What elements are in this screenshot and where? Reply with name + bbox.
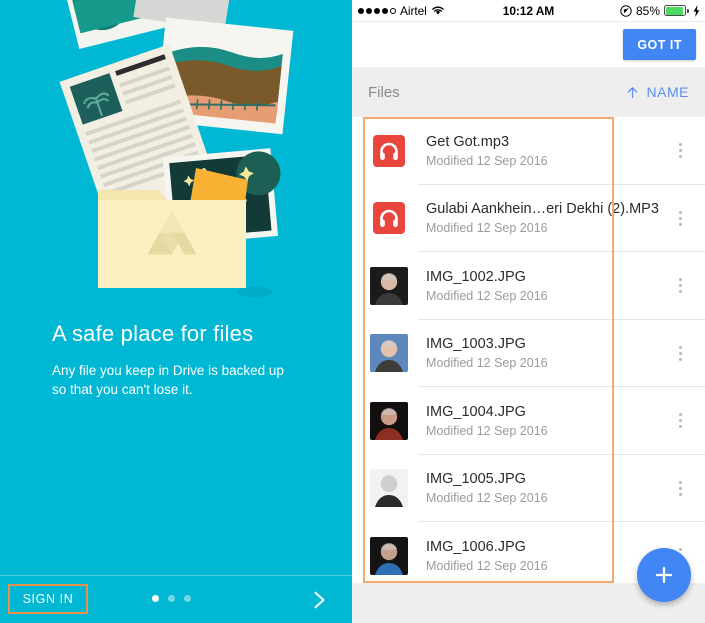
file-row[interactable]: Gulabi Aankhein…eri Dekhi (2).MP3 Modifie… — [352, 184, 705, 252]
lightning-bolt-icon — [693, 4, 700, 17]
files-header: Files NAME — [352, 67, 705, 117]
audio-file-icon — [370, 132, 408, 170]
file-name: IMG_1004.JPG — [426, 403, 526, 420]
file-text-block: IMG_1006.JPG Modified 12 Sep 2016 — [426, 539, 661, 573]
drive-onboarding-panel: A safe place for files Any file you keep… — [0, 0, 352, 623]
page-dot-3[interactable] — [184, 595, 191, 602]
file-name: IMG_1002.JPG — [426, 268, 526, 285]
photo-thumbnail — [370, 334, 408, 373]
file-row[interactable]: Get Got.mp3 Modified 12 Sep 2016 — [352, 117, 705, 185]
photo-thumbnail — [370, 536, 408, 575]
more-vertical-icon[interactable] — [661, 143, 699, 159]
battery-icon — [664, 5, 689, 16]
screenshot-root: A safe place for files Any file you keep… — [0, 0, 705, 623]
sign-in-button[interactable]: SIGN IN — [8, 584, 88, 614]
file-modified-date: Modified 12 Sep 2016 — [426, 491, 548, 506]
files-header-title: Files — [368, 83, 400, 101]
onboarding-subtitle: Any file you keep in Drive is backed up … — [52, 363, 284, 397]
audio-file-icon — [370, 199, 408, 237]
file-text-block: Get Got.mp3 Modified 12 Sep 2016 — [426, 134, 661, 168]
more-vertical-icon[interactable] — [661, 278, 699, 294]
photo-thumbnail — [370, 401, 408, 440]
battery-percent-label: 85% — [635, 3, 660, 18]
arrow-up-icon — [627, 86, 637, 98]
plus-icon — [655, 566, 673, 584]
page-dot-1[interactable] — [152, 595, 159, 602]
file-row[interactable]: IMG_1003.JPG Modified 12 Sep 2016 — [352, 319, 705, 387]
folder-with-files-illustration — [59, 0, 294, 297]
file-name: IMG_1003.JPG — [426, 336, 526, 353]
status-bar: Airtel 10:12 AM 85% — [352, 0, 705, 22]
file-name: Gulabi Aankhein…eri Dekhi (2).MP3 — [426, 201, 659, 218]
file-text-block: IMG_1002.JPG Modified 12 Sep 2016 — [426, 269, 661, 303]
file-name: IMG_1006.JPG — [426, 538, 526, 555]
file-text-block: IMG_1005.JPG Modified 12 Sep 2016 — [426, 471, 661, 505]
file-modified-date: Modified 12 Sep 2016 — [426, 221, 548, 236]
more-vertical-icon[interactable] — [661, 413, 699, 429]
file-modified-date: Modified 12 Sep 2016 — [426, 288, 548, 303]
onboarding-bottom-bar: SIGN IN — [0, 575, 352, 623]
tooltip-action-bar: GOT IT — [352, 22, 705, 67]
file-modified-date: Modified 12 Sep 2016 — [426, 558, 548, 573]
got-it-button[interactable]: GOT IT — [623, 29, 696, 60]
more-vertical-icon[interactable] — [661, 480, 699, 496]
page-indicator-dots — [152, 595, 191, 602]
location-services-icon — [620, 4, 632, 17]
photo-thumbnail — [370, 469, 408, 508]
more-vertical-icon[interactable] — [661, 345, 699, 361]
chevron-right-icon[interactable] — [308, 589, 330, 611]
file-name: Get Got.mp3 — [426, 133, 510, 150]
file-modified-date: Modified 12 Sep 2016 — [426, 153, 548, 168]
sort-by-name-control[interactable]: NAME — [625, 84, 689, 100]
file-text-block: Gulabi Aankhein…eri Dekhi (2).MP3 Modifie… — [426, 201, 661, 235]
file-row[interactable]: IMG_1002.JPG Modified 12 Sep 2016 — [352, 252, 705, 320]
file-text-block: IMG_1003.JPG Modified 12 Sep 2016 — [426, 336, 661, 370]
file-modified-date: Modified 12 Sep 2016 — [426, 423, 548, 438]
onboarding-copy: A safe place for files Any file you keep… — [0, 321, 352, 399]
page-dot-2[interactable] — [168, 595, 175, 602]
file-text-block: IMG_1004.JPG Modified 12 Sep 2016 — [426, 404, 661, 438]
page-title: A safe place for files — [52, 321, 254, 346]
file-list: Get Got.mp3 Modified 12 Sep 2016 Gulabi Aa… — [352, 117, 705, 590]
file-name: IMG_1005.JPG — [426, 471, 526, 488]
more-vertical-icon[interactable] — [661, 210, 699, 226]
drive-app-panel: Airtel 10:12 AM 85% GOT IT Files NAME Ge… — [352, 0, 705, 623]
status-bar-right: 85% — [620, 4, 700, 18]
photo-thumbnail — [370, 266, 408, 305]
file-row[interactable]: IMG_1005.JPG Modified 12 Sep 2016 — [352, 454, 705, 522]
add-new-file-fab[interactable] — [637, 548, 691, 602]
sort-label: NAME — [646, 84, 689, 100]
file-modified-date: Modified 12 Sep 2016 — [426, 356, 548, 371]
file-row[interactable]: IMG_1004.JPG Modified 12 Sep 2016 — [352, 387, 705, 455]
